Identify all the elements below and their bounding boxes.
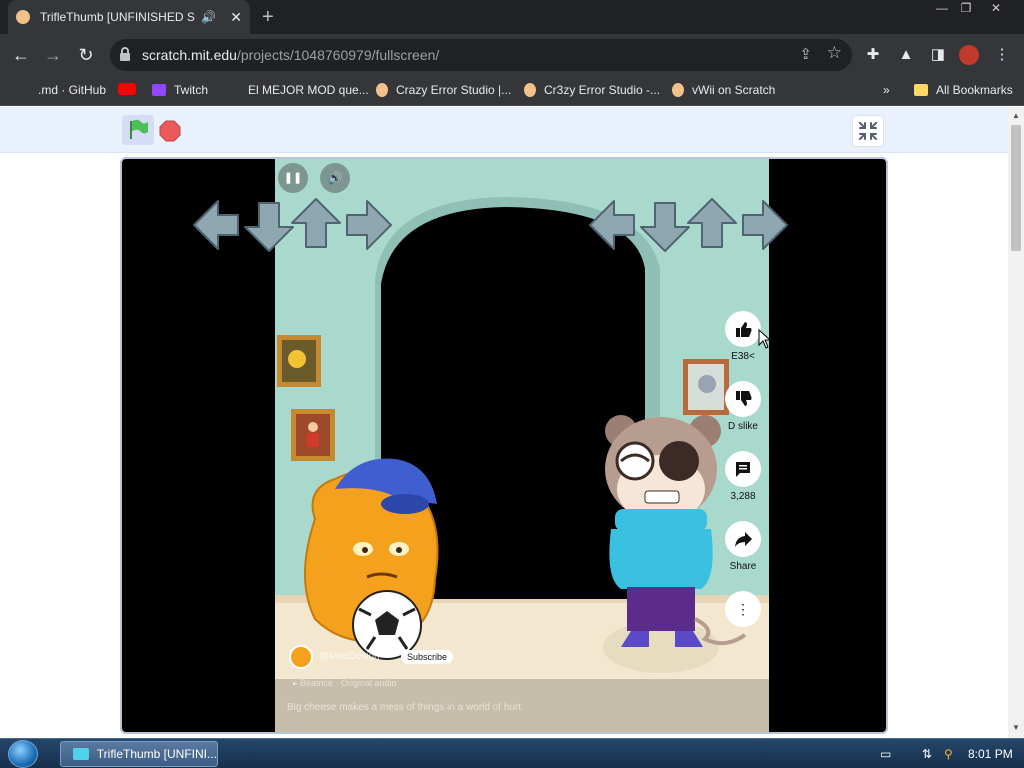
all-bookmarks[interactable]: All Bookmarks — [914, 83, 1013, 97]
scratch-fullscreen-page: @MeaDesign Subscribe ▸ Beatrice · Origin… — [0, 107, 1008, 738]
speaker-icon[interactable]: 🔊 — [201, 10, 216, 24]
scratch-icon — [376, 83, 388, 97]
like-count: E38< — [731, 351, 755, 362]
picture-frame-left-2 — [291, 409, 335, 461]
search-icon[interactable]: ⚲ — [944, 747, 953, 761]
share-label: Share — [729, 561, 757, 572]
left-arrow-icon — [193, 200, 239, 250]
bookmark-cr3zy-error[interactable]: Cr3zy Error Studio -... — [524, 83, 660, 97]
bookmark-mejor-mod[interactable]: El MEJOR MOD que... — [248, 83, 369, 97]
green-flag-button[interactable] — [122, 115, 154, 145]
tab-close-button[interactable]: ✕ — [230, 9, 242, 26]
forward-arrow-icon[interactable]: → — [42, 44, 64, 66]
profile-avatar[interactable] — [959, 45, 979, 65]
bookmark-vwii[interactable]: vWii on Scratch — [672, 83, 775, 97]
scratch-icon — [524, 83, 536, 97]
browser-titlebar: TrifleThumb [UNFINISHED ST 🔊 ✕ + — ❐ ✕ — [0, 0, 1024, 34]
stop-button[interactable] — [159, 120, 181, 142]
exit-fullscreen-button[interactable] — [852, 115, 884, 147]
left-arrow-icon — [589, 200, 635, 250]
dislike-button[interactable] — [725, 381, 761, 417]
reload-icon[interactable]: ↻ — [75, 44, 97, 66]
browser-tab[interactable]: TrifleThumb [UNFINISHED ST 🔊 ✕ — [8, 0, 250, 34]
comment-icon — [736, 462, 750, 477]
restore-button[interactable]: ❐ — [950, 0, 982, 18]
right-strumline — [589, 198, 788, 252]
more-options-icon[interactable]: ⋮ — [725, 591, 761, 627]
comment-count: 3,288 — [730, 491, 756, 502]
youtube-icon — [118, 83, 136, 95]
start-button[interactable] — [8, 740, 38, 768]
mouse-cursor-icon — [758, 329, 772, 349]
scratch-icon — [672, 83, 684, 97]
scroll-down-icon[interactable]: ▼ — [1012, 723, 1020, 732]
labs-flask-icon[interactable]: ▲ — [897, 46, 915, 64]
address-bar[interactable]: scratch.mit.edu/projects/1048760979/full… — [110, 39, 852, 71]
twitch-icon — [152, 84, 166, 96]
picture-frame-left-1 — [277, 335, 321, 387]
share-arrow-icon — [735, 532, 752, 547]
taskbar-chrome-item[interactable]: TrifleThumb [UNFINI... — [60, 741, 218, 767]
taskbar-item-label: TrifleThumb [UNFINI... — [96, 747, 217, 761]
dislike-label: D slike — [727, 421, 758, 432]
menu-kebab-icon[interactable]: ⋮ — [993, 46, 1011, 64]
down-arrow-icon — [244, 202, 294, 252]
stage-controls-bar — [0, 107, 1008, 153]
tab-title: TrifleThumb [UNFINISHED ST — [39, 10, 196, 24]
folder-icon — [914, 84, 928, 96]
scratch-cat-icon — [16, 10, 30, 24]
channel-avatar[interactable] — [289, 645, 313, 669]
like-button[interactable] — [725, 311, 761, 347]
window-close-button[interactable]: ✕ — [980, 0, 1012, 18]
bookmark-github[interactable]: .md · GitHub — [38, 83, 106, 97]
side-panel-icon[interactable]: ◨ — [929, 46, 947, 64]
right-arrow-icon — [346, 200, 392, 250]
stop-icon — [159, 120, 181, 142]
down-arrow-icon — [640, 202, 690, 252]
thumbs-down-icon — [736, 391, 752, 406]
comments-button[interactable] — [725, 451, 761, 487]
thumbs-up-icon — [736, 322, 752, 337]
clock[interactable]: 8:01 PM — [968, 747, 1013, 761]
browser-toolbar: ← → ↻ scratch.mit.edu/projects/104876097… — [0, 34, 1024, 76]
lock-icon — [120, 47, 130, 61]
bookmark-crazy-error[interactable]: Crazy Error Studio |... — [376, 83, 511, 97]
back-arrow-icon[interactable]: ← — [10, 44, 32, 66]
bookmark-youtube[interactable] — [118, 83, 144, 95]
page-scrollbar[interactable]: ▲ ▼ — [1008, 107, 1024, 738]
bookmarks-overflow-button[interactable]: » — [883, 83, 890, 97]
chrome-window-icon — [73, 748, 89, 760]
picture-frame-right — [683, 359, 729, 415]
extensions-puzzle-icon[interactable]: ✚ — [864, 46, 882, 64]
bookmarks-bar: .md · GitHub Twitch El MEJOR MOD que... … — [0, 76, 1024, 106]
project-stage[interactable]: @MeaDesign Subscribe ▸ Beatrice · Origin… — [120, 157, 888, 734]
left-strumline — [193, 198, 392, 252]
volume-icon[interactable]: 🔊 — [320, 163, 350, 193]
pause-icon[interactable]: ❚❚ — [278, 163, 308, 193]
bookmark-twitch[interactable]: Twitch — [152, 83, 208, 97]
scroll-up-icon[interactable]: ▲ — [1012, 111, 1020, 120]
share-button[interactable] — [725, 521, 761, 557]
keyboard-icon[interactable]: ▭ — [880, 747, 891, 761]
soccer-ball — [352, 590, 422, 660]
network-icon[interactable]: ⇅ — [922, 747, 932, 761]
scrollbar-thumb[interactable] — [1011, 125, 1021, 251]
channel-name[interactable]: @MeaDesign — [319, 651, 380, 662]
up-arrow-icon — [687, 198, 737, 248]
right-arrow-icon — [742, 200, 788, 250]
new-tab-button[interactable]: + — [262, 6, 274, 29]
up-arrow-icon — [291, 198, 341, 248]
url-path: /projects/1048760979/fullscreen/ — [236, 47, 440, 63]
green-flag-icon — [130, 119, 148, 139]
url-host: scratch.mit.edu — [142, 47, 237, 63]
video-caption: Big cheese makes a mess of things in a w… — [287, 702, 522, 713]
windows-taskbar: TrifleThumb [UNFINI... ▭ ⇅ ⚲ 8:01 PM — [0, 738, 1024, 768]
subscribe-button[interactable]: Subscribe — [401, 650, 454, 664]
share-page-icon[interactable]: ⇪ — [799, 45, 812, 63]
exit-fullscreen-icon — [859, 122, 877, 140]
bookmark-star-icon[interactable]: ☆ — [827, 43, 842, 63]
audio-hint: ▸ Beatrice · Original audio — [293, 678, 397, 688]
